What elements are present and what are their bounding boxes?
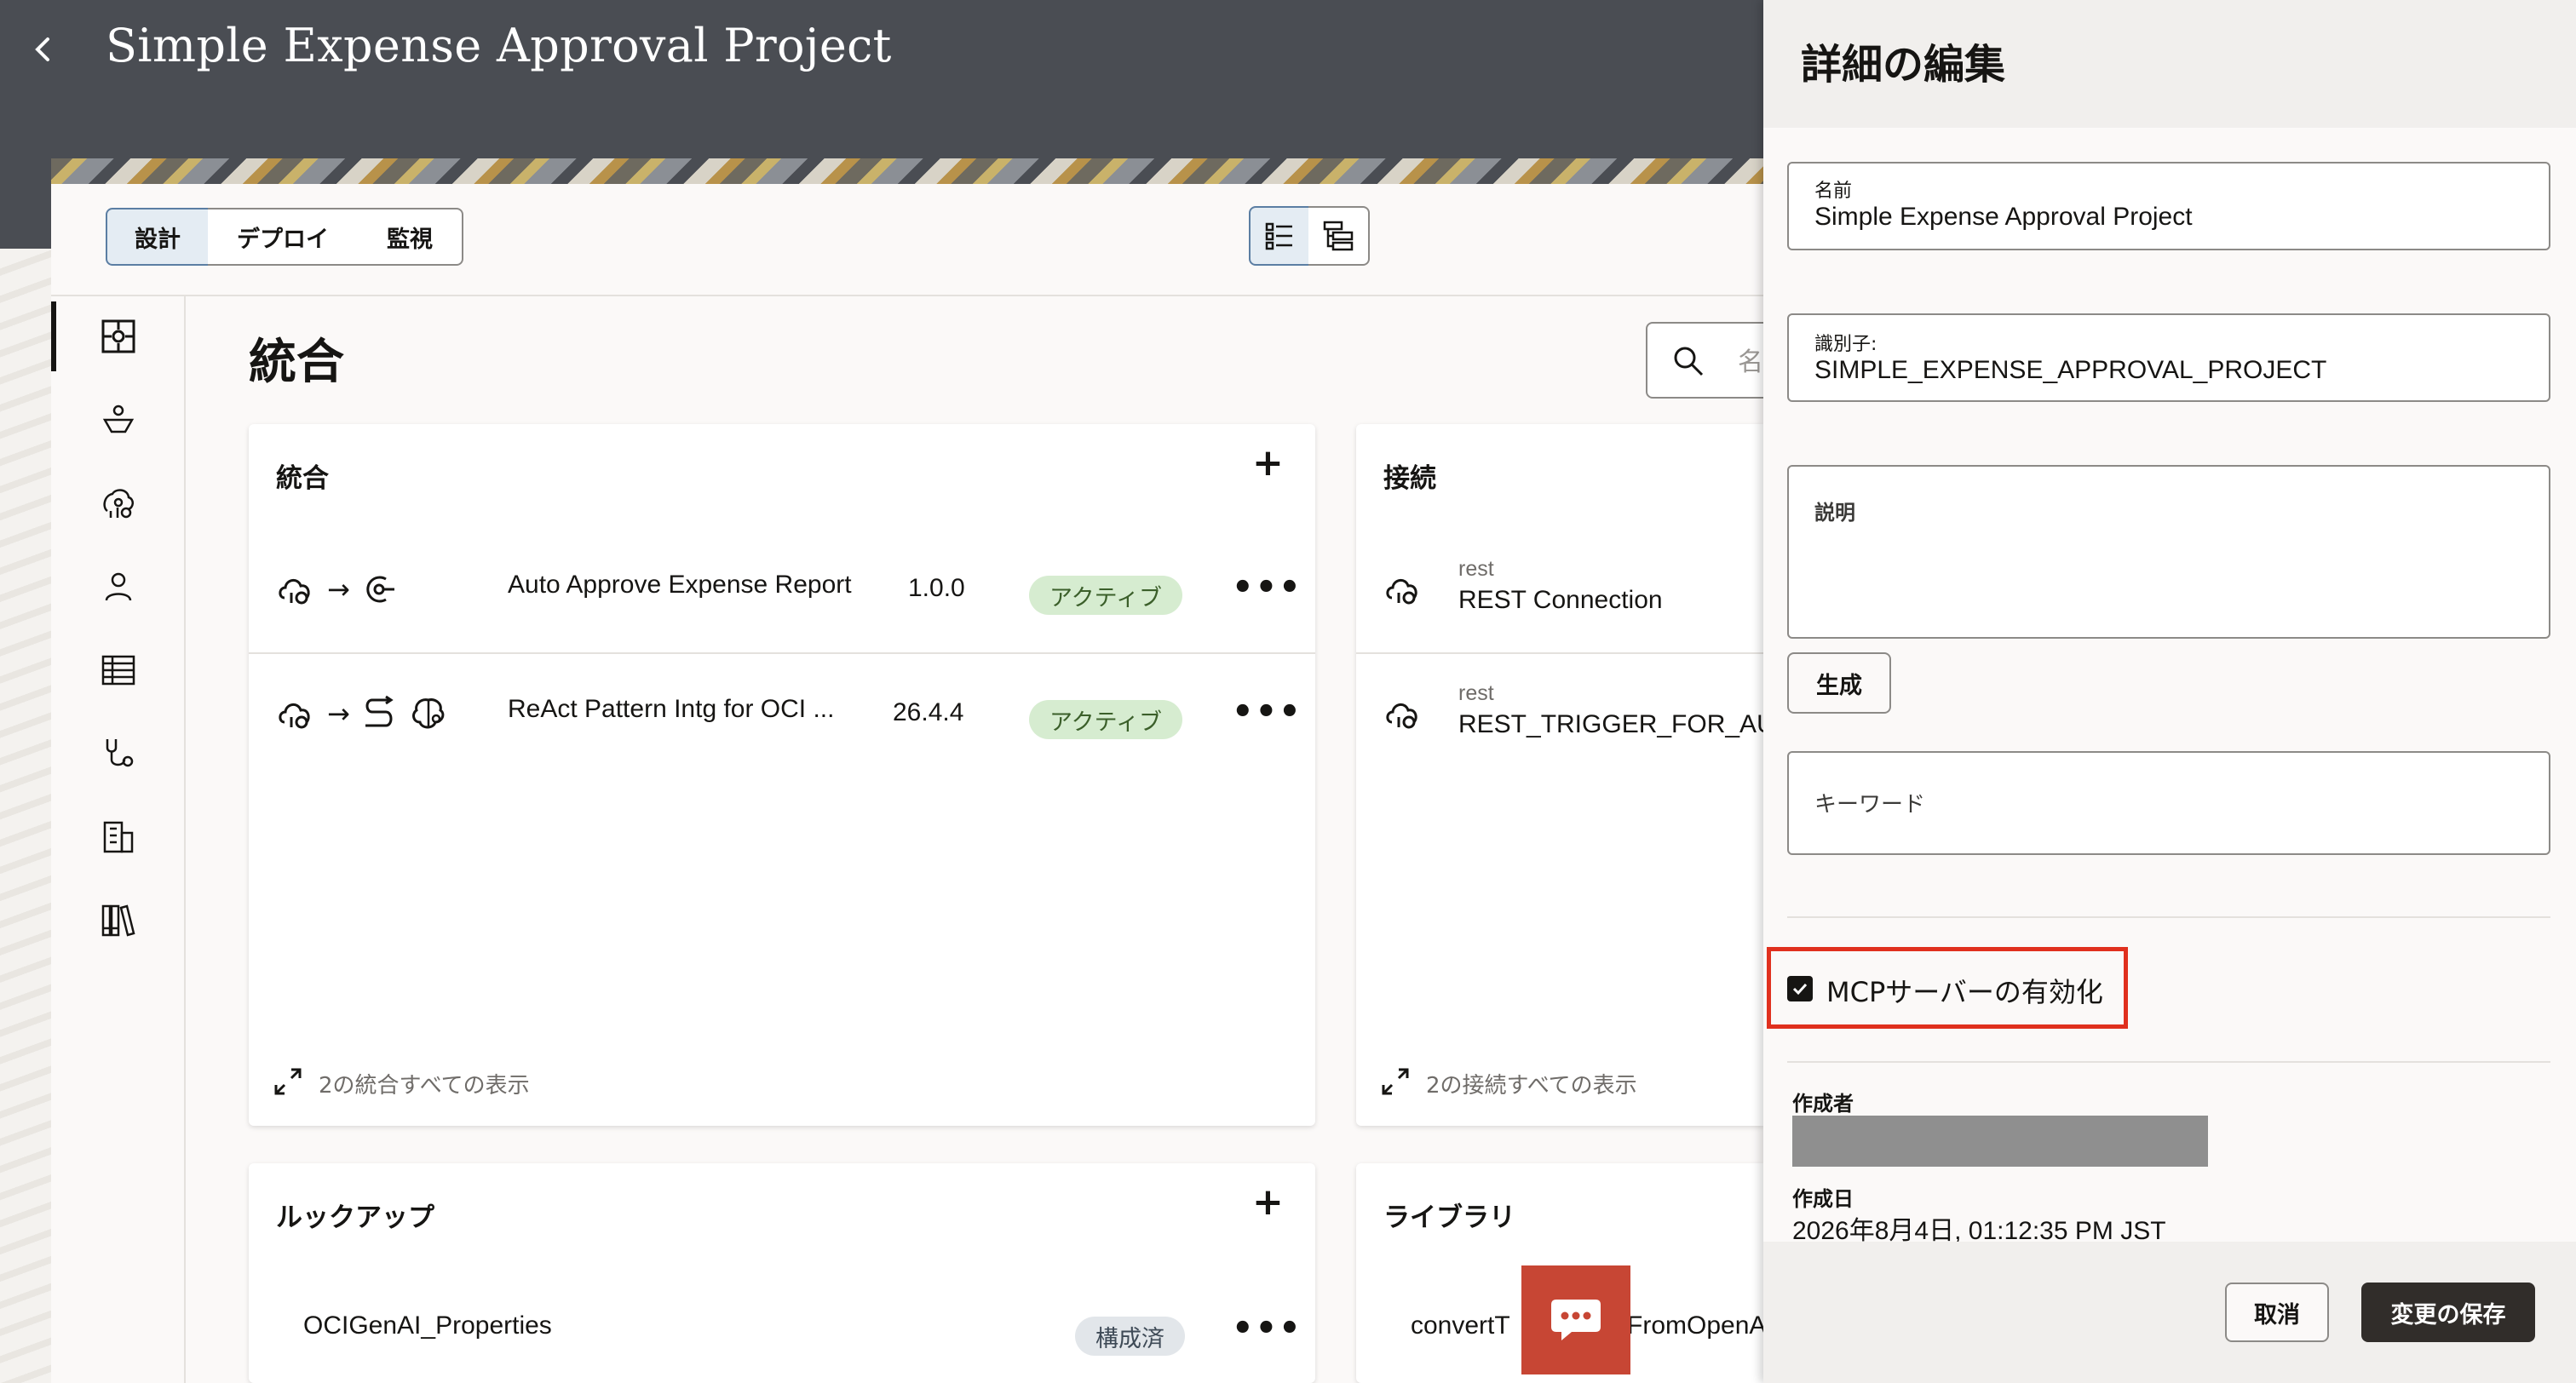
identifier-field-value: SIMPLE_EXPENSE_APPROVAL_PROJECT (1814, 356, 2327, 384)
integrations-card-title: 統合 (276, 463, 329, 494)
search-placeholder: 名 (1738, 347, 1763, 377)
chat-bubble-icon (1551, 1300, 1601, 1340)
expand-icon[interactable] (1380, 1066, 1411, 1097)
created-date-label: 作成日 (1792, 1187, 1854, 1211)
integration-row-2-more-button[interactable]: ••• (1232, 695, 1302, 729)
creator-label: 作成者 (1792, 1092, 1854, 1116)
lookup-row-1-more-button[interactable]: ••• (1232, 1311, 1302, 1346)
nav-health[interactable] (95, 731, 141, 777)
integrations-icon (101, 319, 135, 353)
cloud-connection-icon (1386, 703, 1417, 729)
nav-agents[interactable] (95, 397, 141, 443)
mcp-server-checkbox[interactable] (1787, 976, 1813, 1001)
mcp-server-label[interactable]: MCPサーバーの有効化 (1826, 971, 2103, 1010)
list-view-icon (1265, 222, 1292, 250)
cloud-connection-icon (1386, 579, 1417, 605)
lookup-row-1-name[interactable]: OCIGenAI_Properties (303, 1311, 552, 1340)
back-button[interactable] (24, 26, 65, 73)
status-badge: アクティブ (1029, 700, 1183, 739)
drawer-title: 詳細の編集 (1801, 41, 2006, 89)
user-icon (105, 572, 132, 601)
name-field-label: 名前 (1814, 181, 1853, 202)
search-icon (1674, 347, 1704, 376)
description-field[interactable] (1787, 465, 2550, 639)
row-divider (1356, 652, 1763, 654)
name-field-value: Simple Expense Approval Project (1814, 203, 2193, 231)
show-all-connections-link[interactable]: 2の接続すべての表示 (1426, 1068, 1637, 1099)
header-banner-pattern (51, 158, 1763, 184)
cloud-trigger-icon (279, 579, 310, 605)
expand-icon[interactable] (273, 1066, 303, 1097)
loop-icon (365, 695, 394, 727)
integration-row-2-name[interactable]: ReAct Pattern Intg for OCI ... (508, 695, 834, 724)
chat-assistant-button[interactable] (1521, 1265, 1630, 1374)
drawer-divider (1787, 1061, 2550, 1063)
nav-users[interactable] (95, 564, 141, 610)
cancel-button[interactable]: 取消 (2225, 1283, 2329, 1342)
arrow-icon: → (327, 573, 350, 605)
page-title: Simple Expense Approval Project (106, 19, 892, 72)
save-changes-button[interactable]: 変更の保存 (2361, 1283, 2535, 1342)
connection-row-2-name[interactable]: REST_TRIGGER_FOR_AU (1458, 710, 1763, 739)
nav-tables[interactable] (95, 647, 141, 693)
ai-agent-icon (103, 489, 134, 519)
add-integration-button[interactable]: + (1252, 445, 1284, 482)
tab-design[interactable]: 設計 (106, 208, 210, 266)
drawer-divider (1787, 916, 2550, 918)
integration-row-1-name[interactable]: Auto Approve Expense Report (508, 571, 852, 600)
lookups-card-title: ルックアップ (276, 1202, 434, 1233)
description-field-label: 説明 (1814, 501, 1855, 525)
integration-row-2-flow: → (276, 695, 447, 732)
stethoscope-icon (106, 739, 134, 767)
identifier-field-label: 識別子: (1814, 334, 1877, 355)
row-divider (249, 652, 1315, 654)
show-all-integrations-link[interactable]: 2の統合すべての表示 (319, 1068, 530, 1099)
status-badge: アクティブ (1029, 576, 1183, 615)
keywords-placeholder: キーワード (1814, 792, 1926, 818)
toolbar-divider (51, 295, 1763, 296)
creator-redacted (1792, 1116, 2208, 1167)
arrow-icon: → (327, 697, 350, 730)
connection-row-1-name[interactable]: REST Connection (1458, 586, 1663, 615)
cloud-trigger-icon (279, 703, 310, 729)
status-badge: 構成済 (1075, 1317, 1185, 1356)
integration-row-2-version: 26.4.4 (893, 698, 964, 726)
library-icon (101, 904, 135, 937)
tab-monitor[interactable]: 監視 (358, 208, 463, 266)
ai-brain-icon (411, 698, 445, 729)
libraries-card-title: ライブラリ (1383, 1202, 1515, 1233)
connection-row-2-type: rest (1458, 681, 1494, 705)
list-view-toggle[interactable] (1249, 206, 1310, 266)
checkmark-icon (1792, 983, 1808, 996)
connections-card-title: 接続 (1383, 463, 1436, 494)
background-pattern (0, 249, 51, 1383)
add-lookup-button[interactable]: + (1252, 1184, 1284, 1221)
nav-organizations[interactable] (95, 814, 141, 860)
nav-active-indicator (51, 301, 56, 371)
library-row-1-name-end[interactable]: FromOpenA (1627, 1311, 1763, 1340)
integration-row-1-flow: → (276, 571, 398, 608)
building-icon (103, 821, 134, 853)
library-row-1-name-start[interactable]: convertT (1411, 1311, 1510, 1340)
invoke-icon (366, 576, 394, 603)
left-nav (51, 296, 186, 1383)
connections-card (1356, 424, 1763, 1126)
section-title: 統合 (249, 335, 344, 390)
nav-libraries[interactable] (95, 898, 141, 944)
generate-button[interactable]: 生成 (1787, 652, 1891, 714)
nav-integrations[interactable] (95, 313, 141, 359)
tab-deploy[interactable]: デプロイ (208, 208, 359, 266)
chevron-left-icon (35, 37, 49, 61)
integrations-card (249, 424, 1315, 1126)
nav-ai[interactable] (95, 480, 141, 526)
tree-view-toggle[interactable] (1308, 206, 1370, 266)
agent-icon (102, 405, 135, 433)
table-icon (101, 655, 135, 686)
integration-row-1-version: 1.0.0 (908, 574, 965, 602)
integration-row-1-more-button[interactable]: ••• (1232, 571, 1302, 605)
connection-row-1-type: rest (1458, 557, 1494, 581)
tree-view-icon (1323, 221, 1354, 251)
